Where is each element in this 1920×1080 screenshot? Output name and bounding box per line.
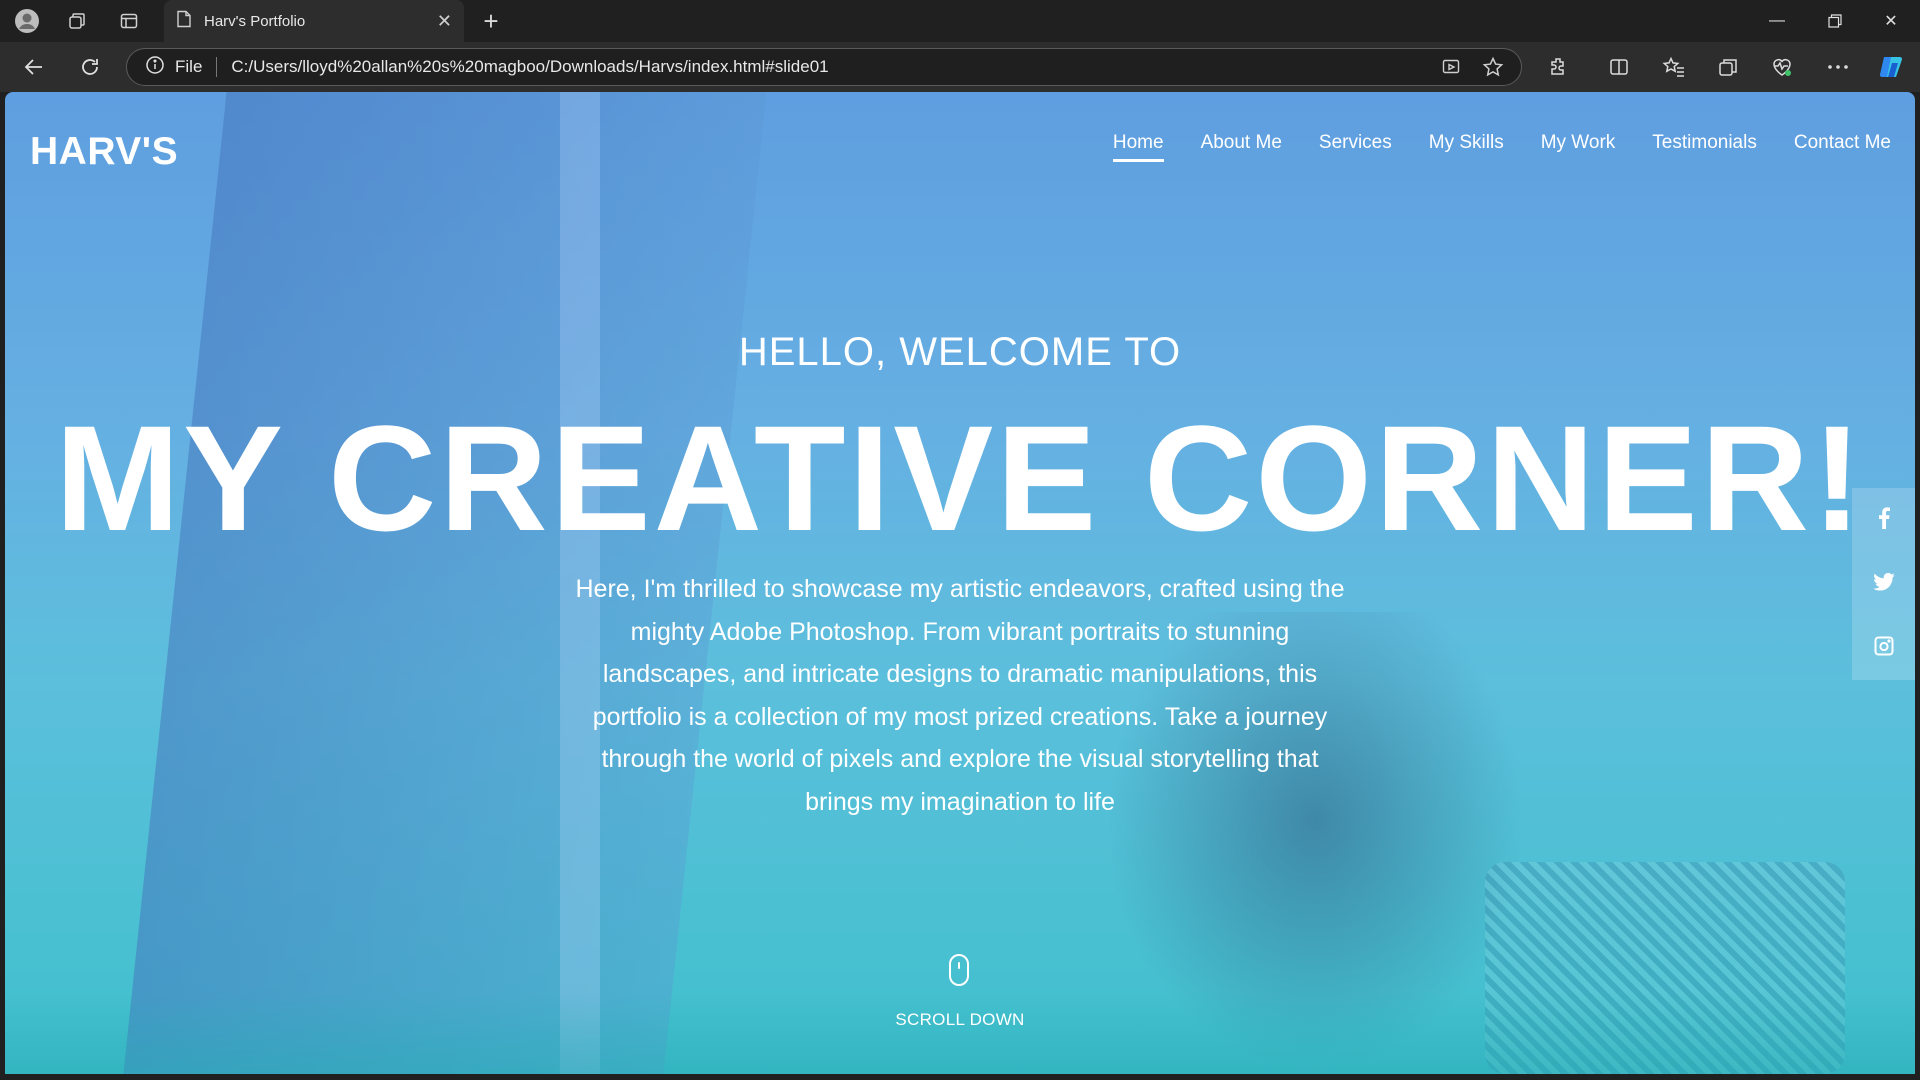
nav-testimonials[interactable]: Testimonials (1652, 132, 1757, 162)
favorites-icon[interactable] (1659, 52, 1689, 82)
back-arrow-icon[interactable] (18, 51, 50, 83)
extensions-icon[interactable] (1544, 52, 1574, 82)
restore-button[interactable] (1806, 0, 1864, 42)
mouse-scroll-icon[interactable] (949, 954, 969, 986)
close-tab-icon[interactable]: ✕ (437, 11, 452, 32)
instagram-icon (1874, 636, 1894, 661)
browser-toolbar: File C:/Users/lloyd%20allan%20s%20magboo… (0, 42, 1920, 92)
background-floor-gradient (5, 992, 1915, 1074)
facebook-icon (1878, 506, 1890, 534)
hero-welcome: HELLO, WELCOME TO (738, 330, 1182, 374)
address-scheme-label: File (175, 57, 203, 76)
split-screen-icon[interactable] (1604, 52, 1634, 82)
tab-title: Harv's Portfolio (204, 12, 306, 30)
nav-about-me[interactable]: About Me (1201, 132, 1282, 162)
immersive-reader-icon[interactable] (1437, 53, 1465, 81)
tab-harvs-portfolio[interactable]: Harv's Portfolio ✕ (164, 0, 464, 42)
info-icon[interactable] (145, 55, 165, 80)
collections-icon[interactable] (1713, 52, 1743, 82)
hero-headline: MY CREATIVE CORNER! (55, 394, 1865, 562)
nav-contact-me[interactable]: Contact Me (1794, 132, 1891, 162)
browser-essentials-icon[interactable] (1767, 52, 1797, 82)
twitter-icon (1872, 572, 1895, 596)
page-viewport: HARV'S Home About Me Services My Skills … (5, 92, 1915, 1074)
vertical-tabs-icon[interactable] (114, 6, 144, 36)
new-tab-button[interactable]: + (476, 6, 506, 36)
favorite-star-icon[interactable] (1479, 53, 1507, 81)
facebook-link[interactable] (1852, 488, 1915, 552)
copilot-icon[interactable] (1877, 52, 1907, 82)
main-nav: Home About Me Services My Skills My Work… (1112, 132, 1891, 162)
address-separator (216, 57, 218, 77)
profile-avatar-icon[interactable] (12, 6, 42, 36)
hero-intro: Here, I'm thrilled to showcase my artist… (575, 575, 1345, 816)
nav-my-skills[interactable]: My Skills (1429, 132, 1504, 162)
nav-home[interactable]: Home (1112, 132, 1164, 162)
browser-tab-bar: Harv's Portfolio ✕ + — ✕ (0, 0, 1920, 42)
close-window-button[interactable]: ✕ (1862, 0, 1920, 42)
twitter-link[interactable] (1852, 552, 1915, 616)
url-text[interactable]: C:/Users/lloyd%20allan%20s%20magboo/Down… (231, 57, 1423, 77)
scroll-down-label[interactable]: SCROLL DOWN (5, 1010, 1915, 1030)
nav-services[interactable]: Services (1319, 132, 1392, 162)
page-icon (176, 10, 192, 32)
instagram-link[interactable] (1852, 616, 1915, 680)
site-logo[interactable]: HARV'S (30, 130, 178, 174)
address-bar[interactable]: File C:/Users/lloyd%20allan%20s%20magboo… (126, 48, 1522, 86)
minimize-button[interactable]: — (1748, 0, 1806, 42)
workspaces-icon[interactable] (62, 6, 92, 36)
more-options-icon[interactable] (1823, 52, 1853, 82)
nav-my-work[interactable]: My Work (1541, 132, 1616, 162)
refresh-icon[interactable] (74, 51, 106, 83)
